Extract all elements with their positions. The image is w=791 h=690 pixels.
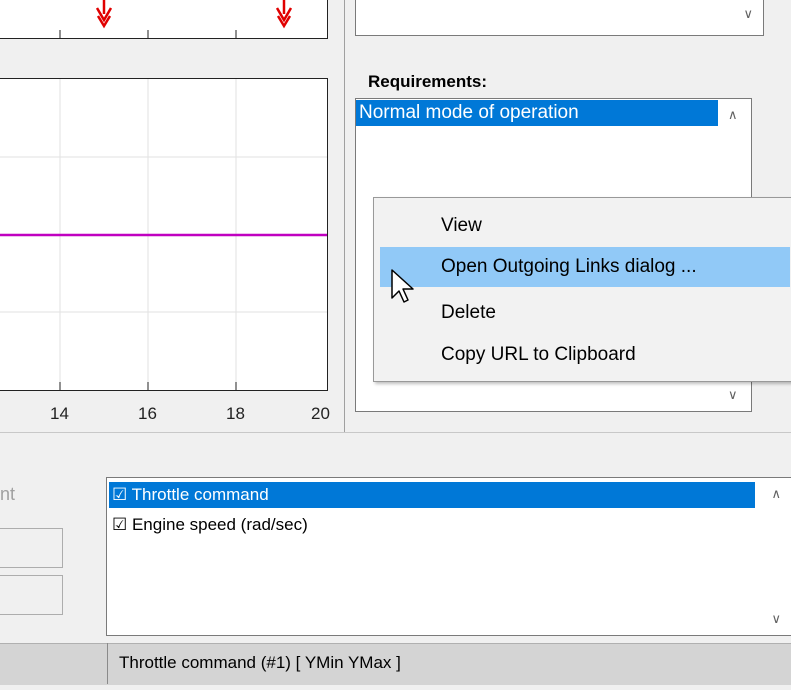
x-tick-label: 16 (138, 404, 157, 423)
upper-plot-axes[interactable] (0, 0, 328, 39)
requirements-label: Requirements: (368, 72, 488, 91)
scroll-up-icon[interactable]: ∧ (728, 107, 738, 123)
partial-button[interactable] (0, 575, 63, 615)
partial-label: nt (0, 484, 16, 504)
menu-item-open-outgoing-links[interactable]: Open Outgoing Links dialog ... (380, 247, 790, 287)
status-separator (107, 643, 108, 684)
section-divider (0, 432, 791, 433)
top-listbox[interactable]: ∨ (355, 0, 764, 36)
scroll-down-icon[interactable]: ∨ (771, 611, 781, 627)
signal-list[interactable]: ☑ Throttle command ☑ Engine speed (rad/s… (106, 477, 791, 636)
x-tick-label: 20 (311, 404, 330, 423)
signal-item[interactable]: ☑ Throttle command (109, 482, 755, 508)
scroll-down-icon[interactable]: ∨ (728, 387, 738, 403)
upper-plot-canvas (59, 0, 293, 38)
panel-divider[interactable] (344, 0, 345, 432)
main-plot-canvas (0, 79, 327, 390)
menu-item-delete[interactable]: Delete (380, 293, 790, 333)
main-plot-axes[interactable] (0, 78, 328, 391)
requirement-item[interactable]: Normal mode of operation (356, 100, 718, 126)
scroll-down-icon[interactable]: ∨ (743, 6, 753, 22)
x-tick-label: 14 (50, 404, 69, 423)
event-marker-icon (95, 0, 113, 29)
event-marker-icon (275, 0, 293, 29)
context-menu: View Open Outgoing Links dialog ... Dele… (373, 197, 791, 382)
scroll-up-icon[interactable]: ∧ (771, 486, 781, 502)
mouse-cursor-icon (391, 269, 414, 303)
signal-item[interactable]: ☑ Engine speed (rad/sec) (109, 512, 755, 538)
menu-item-copy-url[interactable]: Copy URL to Clipboard (380, 335, 790, 375)
status-text: Throttle command (#1) [ YMin YMax ] (119, 653, 401, 672)
menu-item-view[interactable]: View (380, 206, 790, 246)
x-tick-label: 18 (226, 404, 245, 423)
partial-button[interactable] (0, 528, 63, 568)
